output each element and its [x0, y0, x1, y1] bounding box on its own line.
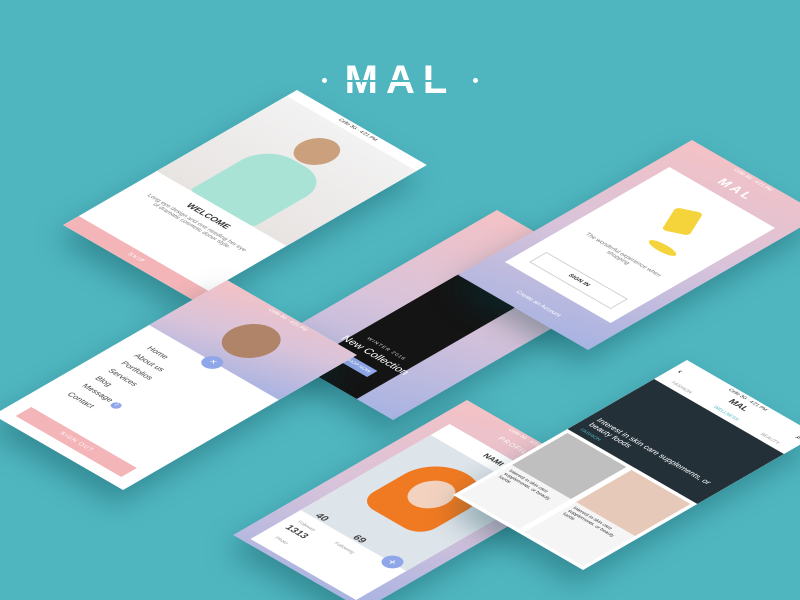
- logo-dot-left: [322, 78, 327, 83]
- message-badge: 2: [108, 401, 124, 410]
- menu-screen: Cello 3G · 4:21 PM × Home About us Portf…: [0, 280, 357, 490]
- paint-spill-illustration: [662, 207, 704, 235]
- close-icon: ×: [205, 358, 220, 366]
- signin-tagline: The wonderful experience when shopping: [576, 231, 664, 282]
- paint-puddle: [645, 238, 680, 258]
- logo-strike-line: [340, 80, 460, 82]
- avatar: [210, 317, 293, 365]
- skip-button[interactable]: SKIP: [63, 216, 208, 300]
- logo-dot-right: [473, 78, 478, 83]
- search-icon[interactable]: ⌕: [793, 435, 800, 441]
- back-arrow-icon[interactable]: ‹: [675, 368, 686, 374]
- feed-screen: Cello 3G · 4:21 PM ‹ MAL ⌕ FASHION WELLN…: [453, 360, 800, 570]
- mockup-stage: { "brand": {"logo": "MAL"}, "status_bar"…: [0, 0, 800, 600]
- welcome-screen: Cello 3G · 4:21 PM WELCOME Long eye desi…: [63, 90, 427, 300]
- signin-button[interactable]: SIGN IN: [529, 252, 628, 309]
- brand-logo: MAL: [320, 58, 480, 102]
